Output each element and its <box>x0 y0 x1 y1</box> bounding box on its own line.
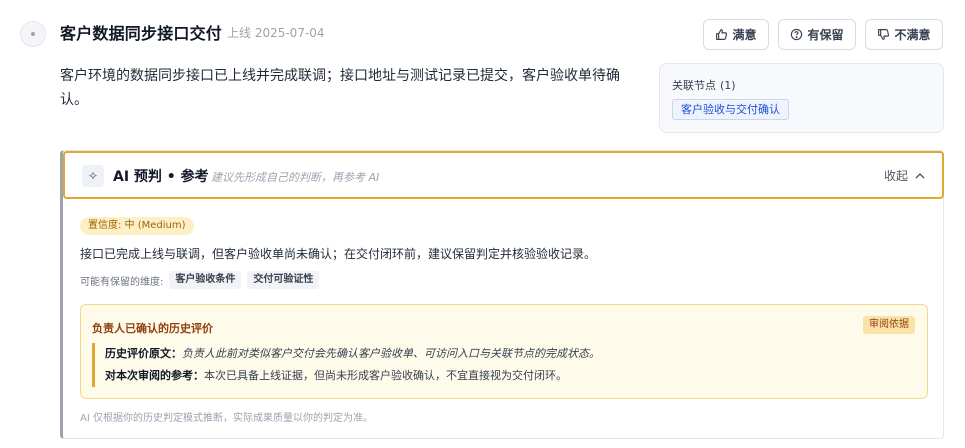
related-nodes-card: 关联节点 (1) 客户验收与交付确认 <box>659 63 944 133</box>
thumbs-down-icon <box>878 29 890 40</box>
history-original-line: 历史评价原文：负责人此前对类似客户交付会先确认客户验收单、可访问入口与关联节点的… <box>105 343 600 365</box>
chevron-up-icon <box>915 172 925 178</box>
collapse-label: 收起 <box>883 169 908 183</box>
reserved-dimensions: 可能有保留的维度: 客户验收条件 交付可验证性 <box>80 271 320 289</box>
review-basis-badge: 审阅依据 <box>863 316 915 334</box>
dissatisfied-label: 不满意 <box>894 28 931 42</box>
related-node-tag[interactable]: 客户验收与交付确认 <box>672 99 789 120</box>
launch-date: 上线 2025-07-04 <box>227 26 325 40</box>
ai-panel-title: AI 预判 • 参考 <box>113 169 209 185</box>
satisfied-label: 满意 <box>732 28 757 42</box>
history-evaluation-card: 负责人已确认的历史评价 审阅依据 历史评价原文：负责人此前对类似客户交付会先确认… <box>80 304 928 399</box>
reserved-button[interactable]: 有保留 <box>778 19 856 50</box>
thumbs-up-icon <box>716 29 728 40</box>
related-nodes-label: 关联节点 <box>672 79 716 92</box>
question-circle-icon <box>791 28 803 41</box>
ai-panel-hint: 建议先形成自己的判断，再参考 AI <box>211 171 380 184</box>
history-reference-line: 对本次审阅的参考：本次已具备上线证据，但尚未形成客户验收确认，不宜直接视为交付闭… <box>105 365 600 387</box>
avatar <box>20 21 46 47</box>
history-reference-label: 对本次审阅的参考： <box>105 369 204 382</box>
ai-footnote: AI 仅根据你的历史判定模式推断，实际成果质量以你的判定为准。 <box>80 413 373 424</box>
ai-summary: 接口已完成上线与联调，但客户验收单尚未确认；在交付闭环前，建议保留判定并核验验收… <box>80 247 597 261</box>
avatar-dot <box>31 32 35 36</box>
ai-prediction-panel: ✧ AI 预判 • 参考 建议先形成自己的判断，再参考 AI 收起 置信度: 中… <box>60 150 944 439</box>
sparkle-icon: ✧ <box>82 165 104 187</box>
satisfied-button[interactable]: 满意 <box>703 19 769 50</box>
reserved-label: 有保留 <box>807 28 844 42</box>
collapse-button[interactable]: 收起 <box>884 167 926 184</box>
dissatisfied-button[interactable]: 不满意 <box>865 19 943 50</box>
history-original-text: 负责人此前对类似客户交付会先确认客户验收单、可访问入口与关联节点的完成状态。 <box>182 347 600 360</box>
related-nodes-title: 关联节点 (1) <box>672 77 736 93</box>
confidence-badge: 置信度: 中 (Medium) <box>80 217 194 235</box>
history-quote: 历史评价原文：负责人此前对类似客户交付会先确认客户验收单、可访问入口与关联节点的… <box>92 343 600 387</box>
history-title: 负责人已确认的历史评价 <box>92 322 213 335</box>
task-description: 客户环境的数据同步接口已上线并完成联调；接口地址与测试记录已提交，客户验收单待确… <box>60 68 620 108</box>
related-nodes-count: (1) <box>720 79 736 92</box>
dimensions-label: 可能有保留的维度: <box>80 276 164 288</box>
dimension-tag: 交付可验证性 <box>247 271 320 289</box>
dimension-tag: 客户验收条件 <box>169 271 242 289</box>
history-original-label: 历史评价原文： <box>105 347 182 360</box>
ai-panel-header[interactable]: ✧ AI 预判 • 参考 建议先形成自己的判断，再参考 AI 收起 <box>63 151 944 199</box>
history-reference-text: 本次已具备上线证据，但尚未形成客户验收确认，不宜直接视为交付闭环。 <box>204 369 567 382</box>
page-title: 客户数据同步接口交付 <box>60 24 223 43</box>
